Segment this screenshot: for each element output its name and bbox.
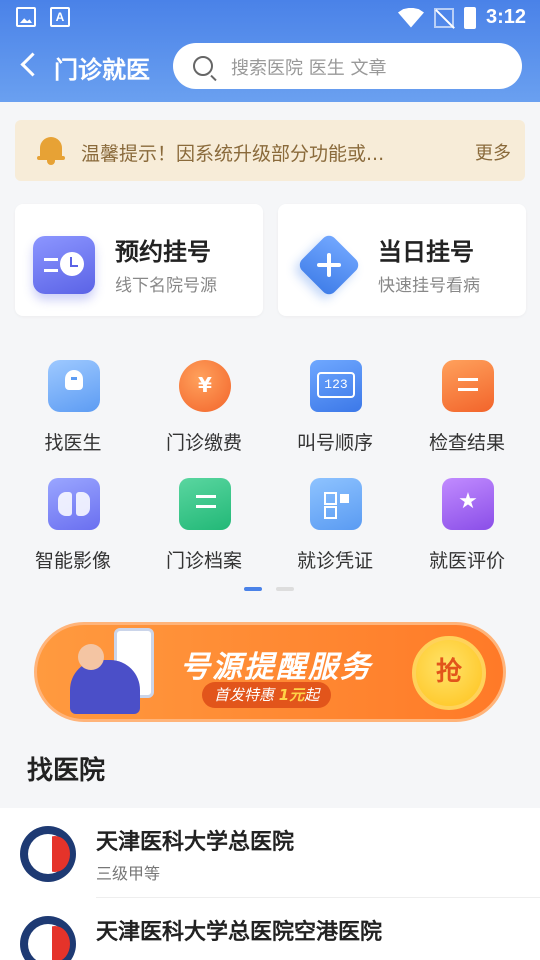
search-placeholder: 搜索医院 医生 文章 (231, 58, 387, 79)
search-input[interactable]: 搜索医院 医生 文章 (173, 43, 522, 89)
same-day-card[interactable]: 当日挂号 快速挂号看病 (278, 204, 526, 316)
appointment-subtitle: 线下名院号源 (115, 276, 217, 296)
star-rating-icon (442, 478, 494, 530)
search-icon (193, 56, 213, 76)
notice-banner[interactable]: 温馨提示！因系统升级部分功能或... 更多 (15, 120, 525, 181)
grid-item-voucher[interactable]: 就诊凭证 (270, 478, 400, 588)
battery-icon (463, 6, 476, 29)
status-time: 3:12 (485, 6, 526, 28)
promo-banner[interactable]: 号源提醒服务 首发特惠 1元起 抢 (34, 618, 506, 724)
grid-item-label: 智能影像 (34, 550, 111, 572)
wifi-icon (397, 7, 424, 28)
doctor-icon (48, 360, 100, 412)
gallery-icon (16, 7, 36, 27)
grid-item-find-doctor[interactable]: 找医生 (8, 360, 138, 470)
appointment-card[interactable]: 预约挂号 线下名院号源 (15, 204, 263, 316)
calendar-clock-icon (33, 236, 95, 294)
notice-text: 温馨提示！因系统升级部分功能或... (81, 143, 385, 165)
hospital-name: 天津医科大学总医院 (96, 830, 295, 855)
notice-more-link[interactable]: 更多 (475, 139, 511, 165)
promo-subtitle: 首发特惠 1元起 (202, 682, 332, 708)
page-dot (276, 587, 294, 591)
hospital-logo-icon (20, 826, 76, 882)
hospital-name: 天津医科大学总医院空港医院 (96, 920, 383, 945)
bell-icon (37, 135, 65, 165)
grab-button[interactable]: 抢 (412, 636, 486, 710)
back-arrow-icon[interactable] (18, 52, 40, 80)
section-title-hospitals: 找医院 (27, 756, 106, 786)
grid-item-label: 找医生 (44, 432, 102, 454)
person-with-phone-illustration (64, 628, 174, 720)
grid-item-label: 门诊缴费 (165, 432, 242, 454)
status-bar: A 3:12 (0, 0, 540, 34)
grid-item-payment[interactable]: ¥ 门诊缴费 (139, 360, 269, 470)
hospital-level: 三级甲等 (96, 864, 161, 883)
page-indicator (244, 587, 294, 591)
page-dot-active (244, 587, 262, 591)
record-icon (179, 478, 231, 530)
grid-item-results[interactable]: 检查结果 (402, 360, 532, 470)
queue-number-icon: 123 (310, 360, 362, 412)
font-a-icon: A (50, 7, 70, 27)
page-title: 门诊就医 (54, 56, 150, 84)
grid-item-label: 叫号顺序 (296, 432, 373, 454)
grid-item-records[interactable]: 门诊档案 (139, 478, 269, 588)
nav-bar: 门诊就医 搜索医院 医生 文章 (0, 40, 540, 92)
promo-title: 号源提醒服务 (180, 650, 372, 685)
hospital-list-item[interactable]: 天津医科大学总医院 三级甲等 (0, 808, 540, 898)
grid-item-label: 就医评价 (428, 550, 505, 572)
grid-item-imaging[interactable]: 智能影像 (8, 478, 138, 588)
no-signal-icon (433, 7, 454, 28)
grid-item-label: 就诊凭证 (296, 550, 373, 572)
same-day-subtitle: 快速挂号看病 (378, 276, 480, 296)
hospital-list-item[interactable]: 天津医科大学总医院空港医院 (0, 898, 540, 960)
same-day-title: 当日挂号 (378, 238, 474, 266)
qr-code-icon (310, 478, 362, 530)
appointment-title: 预约挂号 (115, 238, 211, 266)
grid-item-label: 检查结果 (428, 432, 505, 454)
grid-item-label: 门诊档案 (165, 550, 242, 572)
hospital-logo-icon (20, 916, 76, 960)
lung-image-icon (48, 478, 100, 530)
grid-item-queue[interactable]: 123 叫号顺序 (270, 360, 400, 470)
yuan-coin-icon: ¥ (179, 360, 231, 412)
header: A 3:12 门诊就医 搜索医院 医生 文章 (0, 0, 540, 102)
report-icon (442, 360, 494, 412)
grid-item-rating[interactable]: 就医评价 (402, 478, 532, 588)
